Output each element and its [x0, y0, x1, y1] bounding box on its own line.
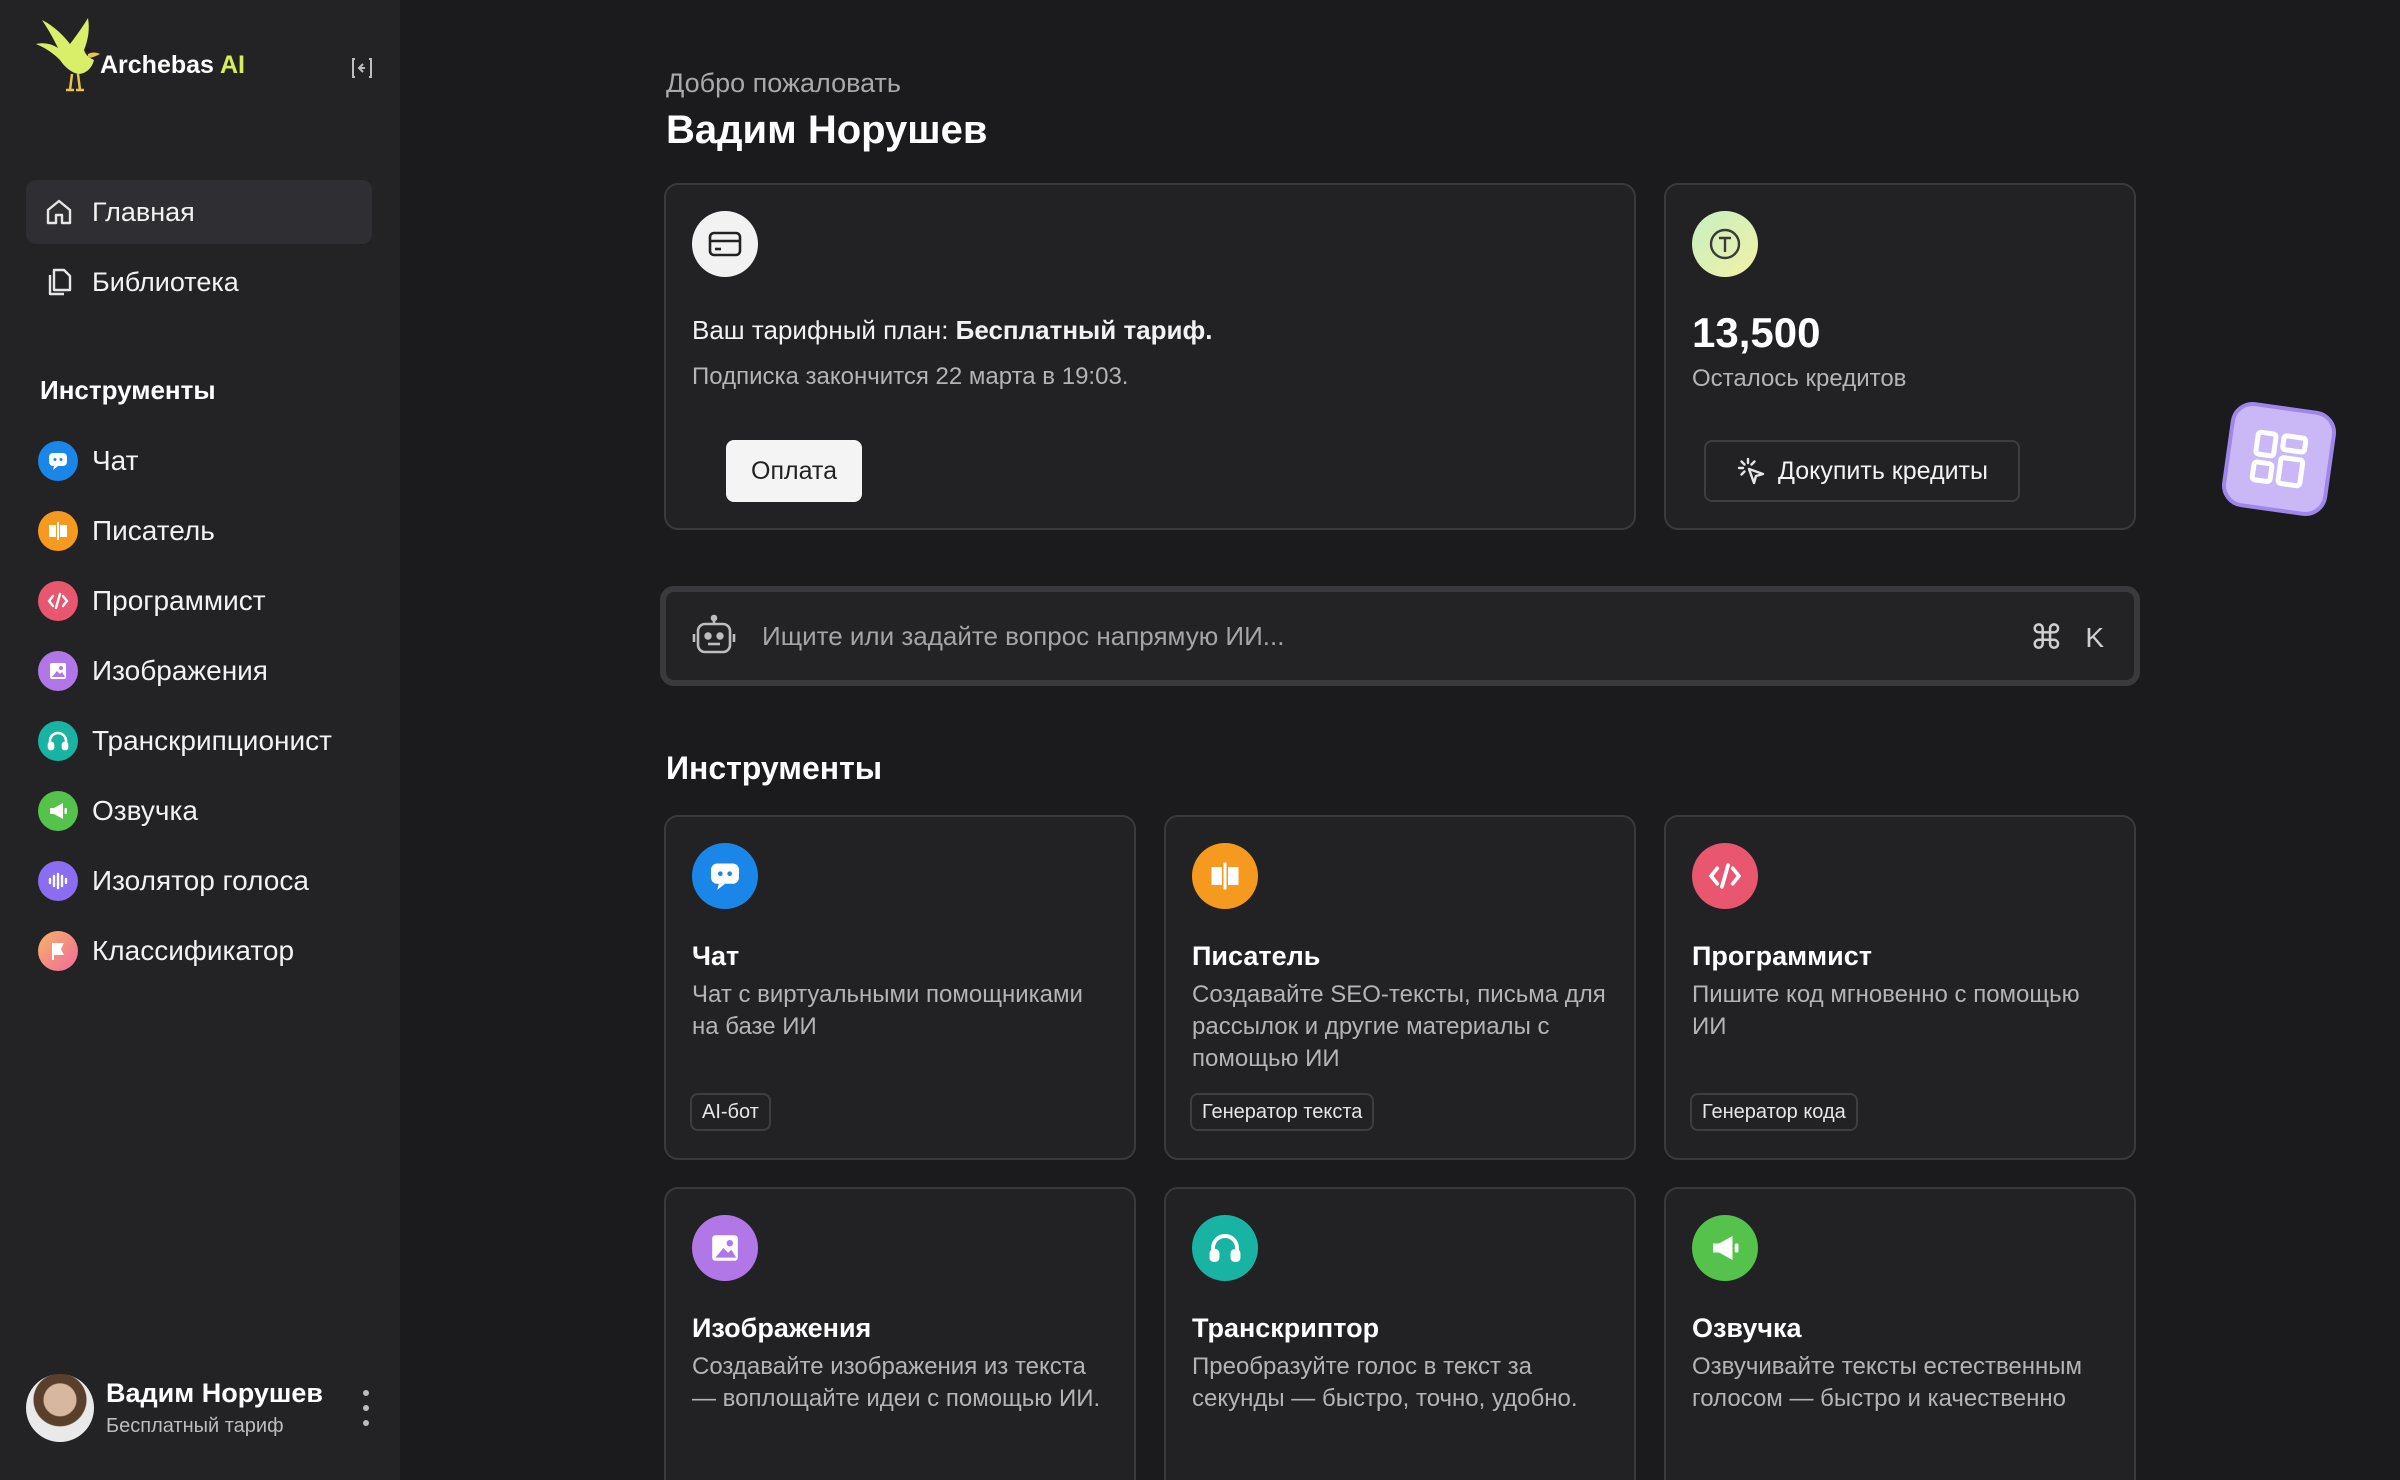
sidebar-item-label: Изолятор голоса	[92, 865, 309, 896]
sidebar-item-writer[interactable]: Писатель	[38, 508, 215, 554]
ai-search-bar[interactable]: ⌘ K	[660, 586, 2140, 686]
sidebar-item-transcriber[interactable]: Транскрипционист	[38, 718, 332, 764]
token-icon	[1692, 211, 1758, 277]
tool-card-images[interactable]: Изображения Создавайте изображения из те…	[664, 1187, 1136, 1480]
sidebar-item-voiceover[interactable]: Озвучка	[38, 788, 198, 834]
nav-item-label: Главная	[92, 196, 195, 227]
tool-card-title: Изображения	[692, 1313, 872, 1343]
welcome-text: Добро пожаловать	[666, 68, 901, 98]
library-icon	[42, 265, 76, 299]
tool-card-description: Пишите код мгновенно с помощью ИИ	[1692, 981, 2080, 1040]
sidebar-item-classifier[interactable]: Классификатор	[38, 928, 294, 974]
credit-card-icon	[692, 211, 758, 277]
sidebar-item-voice-isolator[interactable]: Изолятор голоса	[38, 858, 309, 904]
plan-prefix: Ваш тарифный план:	[692, 315, 956, 345]
plan-name: Бесплатный тариф.	[955, 315, 1213, 345]
credits-card: 13,500 Осталось кредитов Докупить кредит…	[1664, 183, 2136, 530]
sidebar-item-label: Классификатор	[92, 935, 295, 966]
collapse-icon	[352, 58, 372, 78]
tool-card-writer[interactable]: Писатель Создавайте SEO-тексты, письма д…	[1164, 815, 1636, 1160]
megaphone-icon	[1692, 1215, 1758, 1281]
headphones-icon	[1192, 1215, 1258, 1281]
tool-card-programmer[interactable]: Программист Пишите код мгновенно с помощ…	[1664, 815, 2136, 1160]
image-icon	[692, 1215, 758, 1281]
sidebar-item-label: Чат	[92, 445, 139, 476]
plan-info: Ваш тарифный план: Бесплатный тариф.	[692, 315, 1212, 346]
buy-credits-button[interactable]: Докупить кредиты	[1704, 440, 2020, 502]
page-title: Вадим Норушев	[666, 108, 988, 152]
tool-card-title: Транскриптор	[1192, 1313, 1380, 1343]
tool-card-tag: Генератор текста	[1190, 1093, 1375, 1131]
collapse-sidebar-button[interactable]	[348, 54, 376, 82]
avatar	[26, 1374, 94, 1442]
sidebar-item-label: Транскрипционист	[92, 725, 332, 756]
credits-value: 13,500	[1692, 309, 1821, 356]
search-input[interactable]	[762, 608, 1862, 664]
sparkle-cursor-icon	[1737, 457, 1765, 485]
tool-card-description: Создавайте изображения из текста — вопло…	[692, 1353, 1101, 1412]
sidebar-item-programmer[interactable]: Программист	[38, 578, 266, 624]
writer-icon	[1192, 843, 1258, 909]
tool-card-title: Писатель	[1192, 941, 1321, 971]
brand-logo[interactable]: Archebas AI	[32, 14, 245, 94]
user-profile[interactable]: Вадим Норушев Бесплатный тариф	[26, 1372, 376, 1444]
credits-label: Осталось кредитов	[1692, 365, 1907, 392]
tool-card-description: Создавайте SEO-тексты, письма для рассыл…	[1192, 981, 1606, 1072]
user-name: Вадим Норушев	[106, 1378, 323, 1408]
tool-card-title: Озвучка	[1692, 1313, 1802, 1343]
flag-icon	[38, 931, 78, 971]
bird-logo-icon	[36, 18, 100, 92]
tool-card-chat[interactable]: Чат Чат с виртуальными помощниками на ба…	[664, 815, 1136, 1160]
home-icon	[42, 195, 76, 229]
robot-icon	[692, 614, 736, 654]
sidebar-item-label: Писатель	[92, 515, 215, 546]
nav-item-library[interactable]: Библиотека	[26, 250, 372, 314]
tool-card-tag: AI-бот	[690, 1093, 771, 1131]
tool-card-description: Чат с виртуальными помощниками на базе И…	[692, 981, 1083, 1040]
waveform-icon	[38, 861, 78, 901]
tool-card-voiceover[interactable]: Озвучка Озвучивайте тексты естественным …	[1664, 1187, 2136, 1480]
tool-card-tag: Генератор кода	[1690, 1093, 1858, 1131]
megaphone-icon	[38, 791, 78, 831]
sidebar-item-chat[interactable]: Чат	[38, 438, 138, 484]
brand-suffix: AI	[219, 51, 245, 79]
code-icon	[38, 581, 78, 621]
sidebar-tools-title: Инструменты	[40, 375, 216, 405]
code-icon	[1692, 843, 1758, 909]
command-key-icon: ⌘	[2029, 619, 2064, 657]
apps-widget-button[interactable]	[2219, 399, 2339, 519]
grid-apps-icon	[2249, 429, 2309, 489]
more-options-icon[interactable]	[356, 1390, 376, 1426]
buy-credits-label: Докупить кредиты	[1778, 456, 1988, 485]
tool-card-title: Чат	[692, 941, 740, 971]
tool-card-title: Программист	[1692, 941, 1872, 971]
chat-icon	[692, 843, 758, 909]
tools-section-title: Инструменты	[666, 750, 883, 786]
keyboard-shortcut: ⌘ K	[2029, 618, 2104, 658]
sidebar-item-label: Программист	[92, 585, 266, 616]
subscription-expiry: Подписка закончится 22 марта в 19:03.	[692, 363, 1129, 390]
headphones-icon	[38, 721, 78, 761]
tool-card-description: Озвучивайте тексты естественным голосом …	[1692, 1353, 2083, 1412]
sidebar-item-images[interactable]: Изображения	[38, 648, 268, 694]
user-plan: Бесплатный тариф	[106, 1415, 284, 1437]
tool-card-description: Преобразуйте голос в текст за секунды — …	[1192, 1353, 1578, 1412]
image-icon	[38, 651, 78, 691]
sidebar: Archebas AI Главная Библиотека Инструмен…	[0, 0, 400, 1480]
nav-item-label: Библиотека	[92, 266, 239, 297]
nav-item-home[interactable]: Главная	[26, 180, 372, 244]
sidebar-item-label: Изображения	[92, 655, 268, 686]
pay-button[interactable]: Оплата	[726, 440, 862, 502]
chat-icon	[38, 441, 78, 481]
shortcut-key: K	[2085, 622, 2104, 653]
plan-card: Ваш тарифный план: Бесплатный тариф. Под…	[664, 183, 1636, 530]
sidebar-item-label: Озвучка	[92, 795, 198, 826]
tool-card-transcriber[interactable]: Транскриптор Преобразуйте голос в текст …	[1164, 1187, 1636, 1480]
brand-name: Archebas	[100, 51, 214, 79]
writer-icon	[38, 511, 78, 551]
